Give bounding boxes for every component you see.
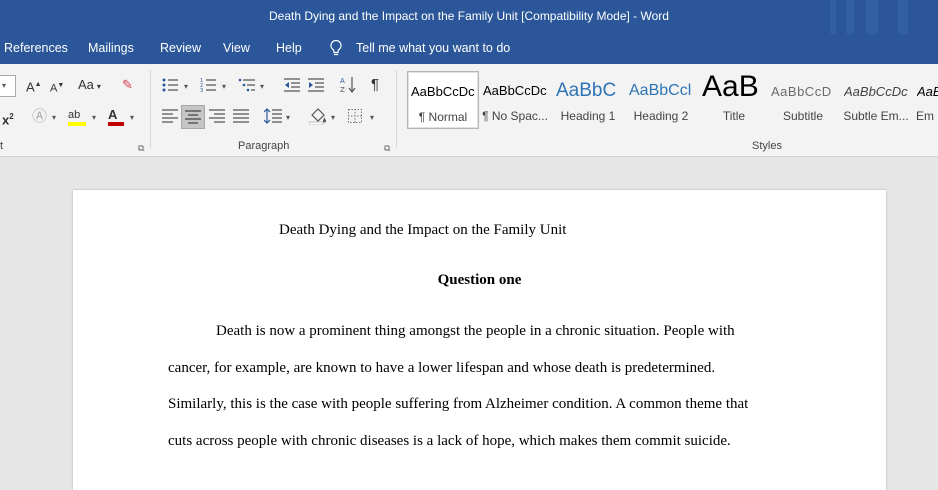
borders-icon[interactable] <box>348 109 362 128</box>
svg-text:3: 3 <box>200 88 203 93</box>
tab-view[interactable]: View <box>223 41 250 55</box>
style-heading-1[interactable]: AaBbC Heading 1 <box>553 71 623 127</box>
align-center-button[interactable] <box>181 105 205 129</box>
shading-icon[interactable] <box>308 107 327 130</box>
title-bar: Death Dying and the Impact on the Family… <box>0 0 938 34</box>
style-sample: AaBbCcDc <box>483 83 547 98</box>
align-left-icon[interactable] <box>162 109 178 128</box>
window-title: Death Dying and the Impact on the Family… <box>269 9 669 23</box>
align-center-icon <box>185 110 201 129</box>
font-size-dropdown[interactable]: ▾ <box>0 75 16 97</box>
superscript-icon[interactable]: x2 <box>2 109 14 128</box>
style-subtle-emphasis[interactable]: AaBbCcDc Subtle Em... <box>841 71 911 127</box>
multilevel-list-icon[interactable] <box>238 77 256 98</box>
style-name: Subtle Em... <box>843 109 909 123</box>
clear-formatting-icon[interactable]: ✎ <box>122 77 133 93</box>
tab-references[interactable]: References <box>4 41 68 55</box>
shrink-font-icon[interactable]: A▼ <box>50 78 64 97</box>
style-no-spacing[interactable]: AaBbCcDc ¶ No Spac... <box>480 71 550 127</box>
ribbon-tabs: References Mailings Review View Help Tel… <box>0 34 938 64</box>
svg-text:Z: Z <box>340 86 345 94</box>
style-sample: AaBbCcD <box>771 84 832 99</box>
style-name: Heading 2 <box>633 109 689 123</box>
font-group-label: t <box>0 140 4 152</box>
bullets-icon[interactable] <box>162 77 178 98</box>
style-normal[interactable]: AaBbCcDc ¶ Normal <box>407 71 479 129</box>
styles-group-label: Styles <box>752 140 782 152</box>
paragraph-line: cuts across people with chronic diseases… <box>168 433 731 449</box>
paragraph-line: cancer, for example, are known to have a… <box>168 360 716 376</box>
paragraph-line: Similarly, this is the case with people … <box>168 396 749 412</box>
style-sample: AaBbCcDc <box>411 84 475 99</box>
change-case-button[interactable]: Aa ▾ <box>78 77 101 95</box>
change-case-label: Aa <box>78 77 94 92</box>
svg-text:A: A <box>340 77 345 85</box>
ribbon: ▾ A▲ A▼ Aa ▾ ✎ x2 Ⓐ ▾ ab ▾ A ▾ t ⧉ ▾ 123 … <box>0 64 938 157</box>
group-separator <box>396 70 397 148</box>
style-sample: AaBbC <box>556 80 617 101</box>
style-name: Heading 1 <box>560 109 616 123</box>
style-name: Em <box>916 109 934 123</box>
question-heading: Question one <box>437 272 522 288</box>
style-subtitle[interactable]: AaBbCcD Subtitle <box>768 71 838 127</box>
style-sample: AaBl <box>917 84 938 99</box>
document-title: Death Dying and the Impact on the Family… <box>279 222 567 238</box>
dialog-launcher-icon[interactable]: ⧉ <box>384 143 390 154</box>
justify-icon[interactable] <box>233 109 249 128</box>
sort-icon[interactable]: AZ <box>340 76 356 99</box>
paragraph-line: Death is now a prominent thing amongst t… <box>216 323 735 339</box>
style-name: Title <box>722 109 746 123</box>
style-name: ¶ No Spac... <box>482 109 548 123</box>
increase-indent-icon[interactable] <box>308 77 324 98</box>
font-color-icon[interactable]: A <box>108 107 124 126</box>
lightbulb-icon[interactable] <box>329 39 343 60</box>
paragraph-group-label: Paragraph <box>238 140 290 152</box>
text-effects-icon[interactable]: Ⓐ <box>32 109 47 125</box>
numbering-icon[interactable]: 123 <box>200 77 216 98</box>
style-heading-2[interactable]: AaBbCcl Heading 2 <box>626 71 696 127</box>
style-sample: AaBbCcDc <box>844 84 908 99</box>
document-page[interactable]: Death Dying and the Impact on the Family… <box>73 190 886 490</box>
style-name: ¶ Normal <box>418 110 468 124</box>
tell-me-search[interactable]: Tell me what you want to do <box>356 41 510 55</box>
tab-review[interactable]: Review <box>160 41 201 55</box>
style-title[interactable]: AaB Title <box>699 70 769 127</box>
style-emphasis[interactable]: AaBl Em <box>914 71 938 127</box>
group-separator <box>150 70 151 148</box>
decrease-indent-icon[interactable] <box>284 77 300 98</box>
highlight-icon[interactable]: ab <box>68 107 86 126</box>
align-right-icon[interactable] <box>209 109 225 128</box>
tab-mailings[interactable]: Mailings <box>88 41 134 55</box>
style-name: Subtitle <box>782 109 824 123</box>
pilcrow-icon[interactable]: ¶ <box>371 77 379 93</box>
dialog-launcher-icon[interactable]: ⧉ <box>138 143 144 154</box>
style-sample: AaB <box>702 70 759 103</box>
grow-font-icon[interactable]: A▲ <box>26 77 42 95</box>
style-sample: AaBbCcl <box>629 82 692 99</box>
tab-help[interactable]: Help <box>276 41 302 55</box>
line-spacing-icon[interactable] <box>263 108 282 129</box>
